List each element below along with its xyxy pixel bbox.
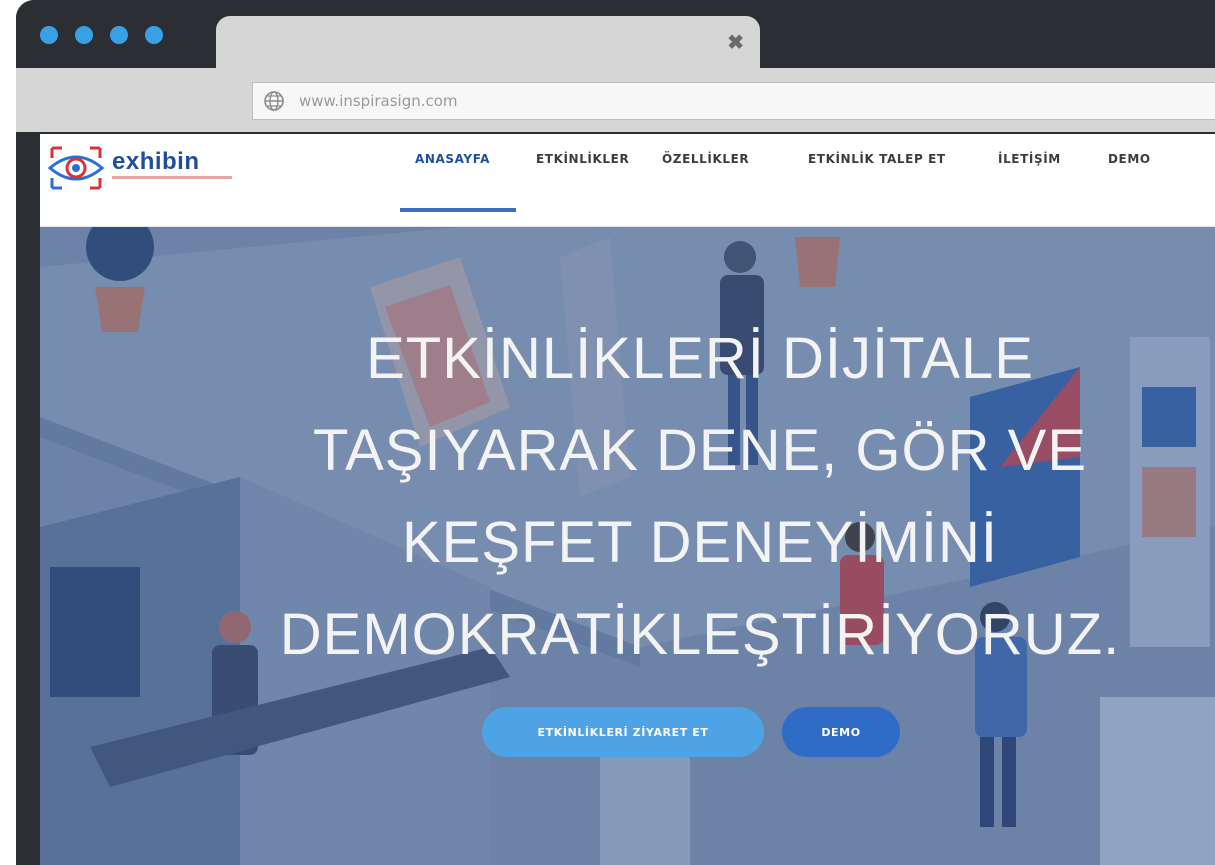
- nav-item-demo[interactable]: DEMO: [1108, 152, 1151, 166]
- browser-titlebar: ✖: [16, 0, 1215, 71]
- hero-title-line-4: DEMOKRATİKLEŞTİRİYORUZ.: [279, 602, 1121, 667]
- browser-window: ✖ www.inspirasign.com exhibin ANASAYFA E…: [16, 0, 1215, 865]
- site-header: exhibin ANASAYFA ETKİNLİKLER ÖZELLİKLER …: [40, 134, 1215, 227]
- hero-section: ETKİNLİKLERİ DİJİTALE TAŞIYARAK DENE, GÖ…: [40, 227, 1215, 865]
- browser-tab[interactable]: ✖: [216, 16, 760, 71]
- logo-text[interactable]: exhibin: [112, 148, 200, 176]
- window-controls: [40, 26, 163, 44]
- window-dot-2[interactable]: [75, 26, 93, 44]
- demo-button[interactable]: DEMO: [782, 707, 900, 757]
- nav-item-etkinlik-talep-et[interactable]: ETKİNLİK TALEP ET: [808, 152, 946, 166]
- visit-events-button[interactable]: ETKİNLİKLERİ ZİYARET ET: [482, 707, 764, 757]
- hero-title-line-1: ETKİNLİKLERİ DİJİTALE: [366, 326, 1034, 391]
- hero-title-line-3: KEŞFET DENEYİMİNİ: [401, 510, 999, 575]
- tab-close-icon[interactable]: ✖: [727, 30, 744, 55]
- window-dot-4[interactable]: [145, 26, 163, 44]
- nav-item-etkinlikler[interactable]: ETKİNLİKLER: [536, 152, 629, 166]
- window-dot-1[interactable]: [40, 26, 58, 44]
- nav-item-anasayfa[interactable]: ANASAYFA: [415, 152, 490, 166]
- globe-icon: [264, 91, 284, 111]
- hero-title: ETKİNLİKLERİ DİJİTALE TAŞIYARAK DENE, GÖ…: [250, 313, 1150, 681]
- url-text: www.inspirasign.com: [299, 92, 458, 110]
- nav-active-underline: [400, 208, 516, 212]
- nav-item-iletisim[interactable]: İLETİŞİM: [998, 152, 1061, 166]
- page-viewport: exhibin ANASAYFA ETKİNLİKLER ÖZELLİKLER …: [40, 134, 1215, 865]
- nav-item-ozellikler[interactable]: ÖZELLİKLER: [662, 152, 749, 166]
- hero-title-line-2: TAŞIYARAK DENE, GÖR VE: [312, 418, 1088, 483]
- eye-logo-icon[interactable]: [46, 142, 106, 194]
- address-bar[interactable]: www.inspirasign.com: [252, 82, 1215, 120]
- window-dot-3[interactable]: [110, 26, 128, 44]
- logo-tagline: [112, 176, 232, 179]
- address-bar-row: www.inspirasign.com: [16, 68, 1215, 132]
